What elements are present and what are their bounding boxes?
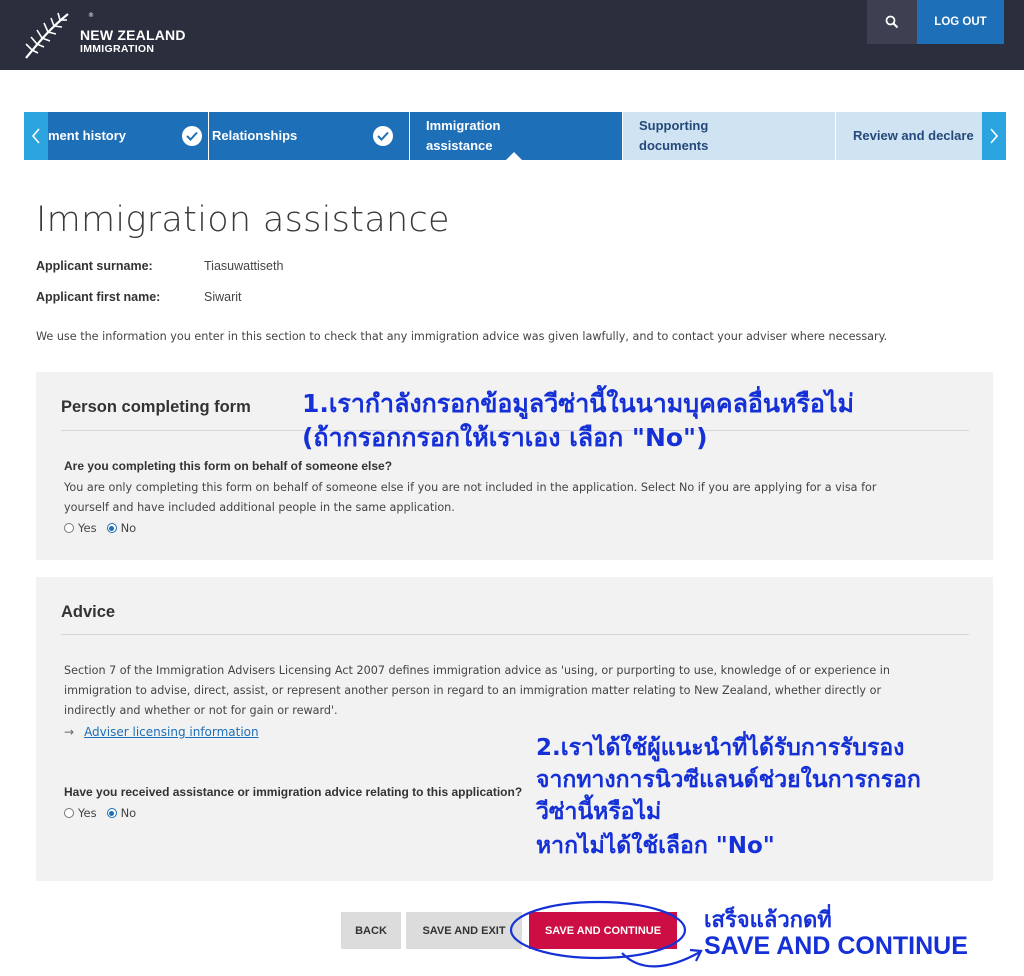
step-review-and-declare[interactable]: Review and declare — [836, 112, 982, 160]
on-behalf-radio-group: Yes No — [64, 521, 136, 535]
question-received-advice: Have you received assistance or immigrat… — [64, 785, 523, 799]
annotation-note-2-line-3: วีซ่านี้หรือไม่ — [536, 799, 662, 825]
logo-text-new-zealand: NEW ZEALAND — [80, 27, 186, 43]
step-immigration-assistance[interactable]: Immigration assistance — [410, 112, 622, 160]
search-button[interactable] — [867, 0, 917, 44]
surname-value: Tiasuwattiseth — [204, 259, 284, 273]
firstname-label: Applicant first name: — [36, 290, 161, 304]
advice-definition-text: Section 7 of the Immigration Advisers Li… — [64, 664, 890, 717]
on-behalf-no-radio[interactable] — [106, 523, 117, 533]
page-title: Immigration assistance — [36, 200, 450, 240]
advice-no-radio[interactable] — [106, 808, 117, 818]
steps-next-button[interactable] — [982, 112, 1006, 160]
divider — [61, 634, 969, 635]
search-icon — [885, 15, 899, 29]
check-icon — [373, 126, 393, 146]
annotation-note-2-line-4: หากไม่ได้ใช้เลือก "No" — [536, 833, 775, 859]
chevron-left-icon — [31, 128, 40, 144]
logout-button[interactable]: LOG OUT — [917, 0, 1004, 44]
logo-text-immigration: IMMIGRATION — [80, 43, 155, 55]
panel-title-advice: Advice — [61, 603, 116, 621]
check-icon — [182, 126, 202, 146]
save-and-exit-button[interactable]: SAVE AND EXIT — [406, 912, 522, 949]
current-step-indicator — [506, 152, 522, 160]
nz-immigration-logo[interactable]: ® NEW ZEALAND IMMIGRATION — [22, 8, 212, 60]
step-relationships[interactable]: Relationships — [209, 112, 409, 160]
on-behalf-yes-radio[interactable] — [64, 523, 74, 533]
firstname-value: Siwarit — [204, 290, 242, 304]
question-on-behalf: Are you completing this form on behalf o… — [64, 459, 393, 473]
save-and-continue-button[interactable]: SAVE AND CONTINUE — [529, 912, 677, 949]
silver-fern-icon — [25, 12, 69, 59]
step-employment-history[interactable]: ment history — [48, 112, 208, 160]
step-supporting-documents[interactable]: Supporting documents — [623, 112, 835, 160]
panel-title-person: Person completing form — [61, 398, 251, 416]
advice-yes-radio[interactable] — [64, 808, 74, 818]
annotation-note-2-line-1: 2.เราได้ใช้ผู้แนะนำที่ได้รับการรับรอง — [536, 735, 905, 761]
curved-arrow-icon — [621, 951, 701, 968]
adviser-licensing-link[interactable]: → Adviser licensing information — [64, 725, 259, 739]
steps-prev-button[interactable] — [24, 112, 48, 160]
surname-label: Applicant surname: — [36, 259, 153, 273]
chevron-right-icon — [990, 128, 999, 144]
annotation-note-2-line-2: จากทางการนิวซีแลนด์ช่วยในการกรอก — [536, 767, 921, 793]
annotation-note-1-line-2: (ถ้ากรอกกรอกให้เราเอง เลือก "No") — [302, 423, 708, 452]
advice-panel: Advice Section 7 of the Immigration Advi… — [36, 577, 993, 881]
intro-text: We use the information you enter in this… — [36, 330, 888, 343]
top-header: ® NEW ZEALAND IMMIGRATION LOG OUT — [0, 0, 1024, 70]
back-button[interactable]: BACK — [341, 912, 401, 949]
annotation-note-3-line-2: SAVE AND CONTINUE — [704, 932, 968, 960]
arrow-right-icon: → — [64, 725, 75, 739]
progress-steps: ment history Relationships Immigration a… — [24, 112, 1006, 160]
help-text-on-behalf: You are only completing this form on beh… — [64, 481, 877, 514]
advice-radio-group: Yes No — [64, 806, 136, 820]
